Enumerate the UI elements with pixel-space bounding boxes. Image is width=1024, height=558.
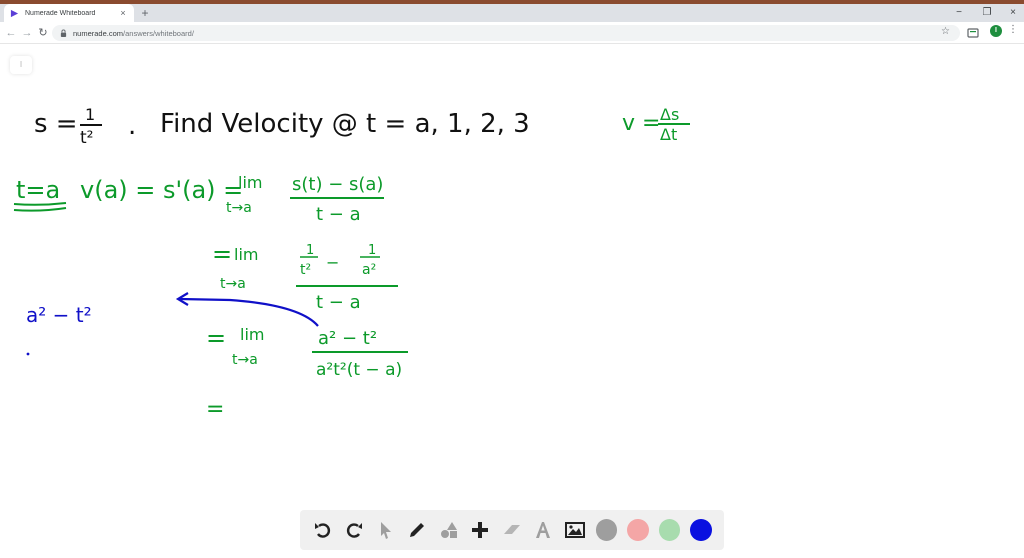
browser-menu-icon[interactable]: ⋮ (1008, 24, 1018, 35)
tab-title: Numerade Whiteboard (25, 9, 96, 17)
cursor-icon (380, 522, 391, 539)
forward-button[interactable]: → (20, 25, 34, 41)
pencil-icon (410, 523, 425, 537)
extension-icon[interactable] (966, 26, 980, 40)
redo-icon (347, 523, 363, 538)
browser-toolbar: ← → ↻ numerade.com/answers/whiteboard/ ☆ (0, 22, 1024, 44)
text-icon (536, 522, 551, 538)
text-button[interactable] (529, 515, 559, 545)
tab-bar: Numerade Whiteboard × + − ❐ × (0, 4, 1024, 22)
whiteboard-side-menu-button[interactable]: ⁝ (10, 56, 32, 74)
url-path: /answers/whiteboard/ (123, 28, 194, 38)
whiteboard-toolbar (300, 510, 724, 550)
address-bar[interactable]: numerade.com/answers/whiteboard/ ☆ (52, 25, 960, 41)
eraser-button[interactable] (497, 515, 527, 545)
select-button[interactable] (371, 515, 401, 545)
minimize-button[interactable]: − (951, 6, 967, 20)
undo-icon (314, 523, 330, 538)
undo-button[interactable] (308, 515, 338, 545)
close-window-button[interactable]: × (1005, 6, 1021, 20)
url-text: numerade.com/answers/whiteboard/ (73, 29, 194, 38)
pen-button[interactable] (403, 515, 433, 545)
lock-icon (60, 29, 67, 37)
numerade-logo-icon (10, 9, 19, 17)
plus-icon (472, 522, 489, 538)
image-button[interactable] (560, 515, 590, 545)
restore-button[interactable]: ❐ (979, 6, 995, 20)
redo-button[interactable] (340, 515, 370, 545)
color-swatch-blue[interactable] (690, 519, 712, 541)
reload-button[interactable]: ↻ (36, 25, 50, 41)
color-swatch-pink[interactable] (627, 519, 649, 541)
whiteboard-canvas[interactable] (0, 45, 1024, 558)
profile-avatar[interactable]: I (990, 25, 1002, 37)
shapes-button[interactable] (434, 515, 464, 545)
color-swatch-green[interactable] (658, 519, 681, 541)
tab-numerade-whiteboard[interactable]: Numerade Whiteboard × (4, 4, 134, 22)
tab-close-icon[interactable]: × (118, 8, 128, 18)
bookmark-star-icon[interactable]: ☆ (941, 26, 950, 37)
url-domain: numerade.com (73, 28, 124, 38)
eraser-icon (503, 525, 520, 534)
image-icon (564, 522, 585, 538)
back-button[interactable]: ← (4, 25, 18, 41)
shapes-icon (440, 522, 457, 538)
color-swatch-gray[interactable] (595, 519, 618, 541)
add-button[interactable] (466, 515, 496, 545)
new-tab-button[interactable]: + (138, 5, 152, 21)
